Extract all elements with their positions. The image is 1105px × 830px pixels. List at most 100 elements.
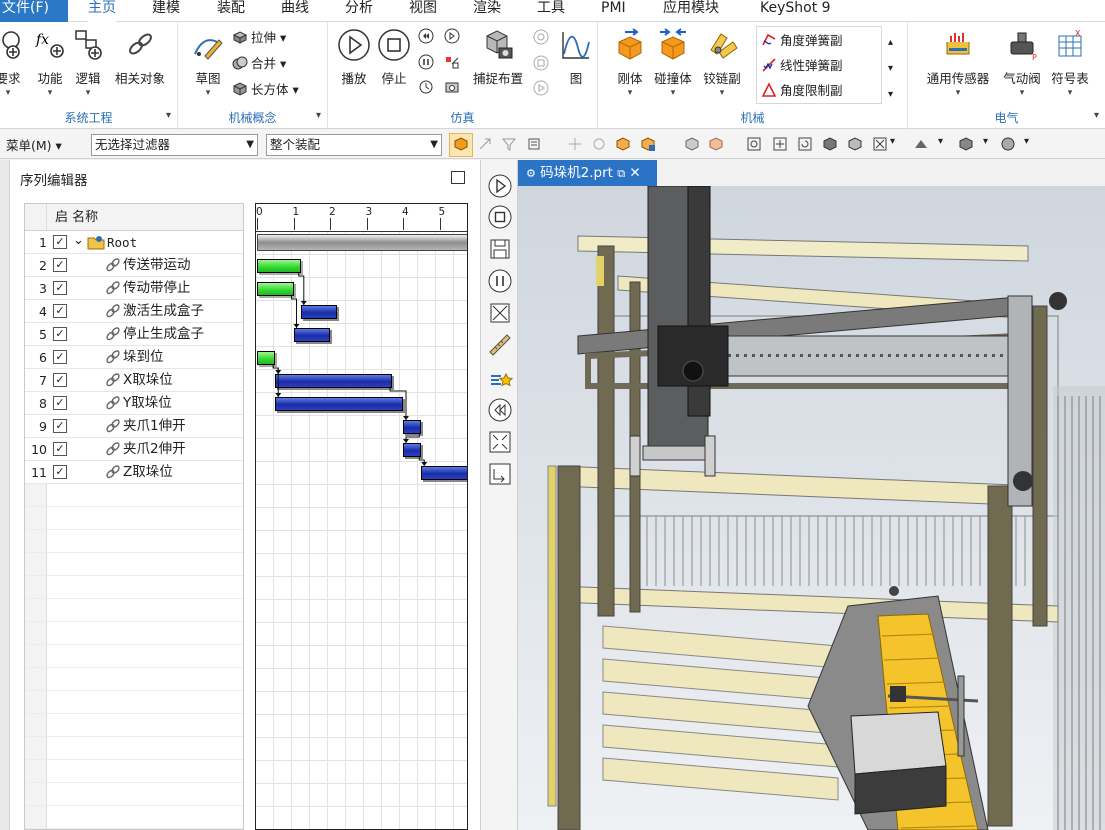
group-menu-icon[interactable]: ▾ — [166, 110, 171, 121]
enable-checkbox[interactable]: ✓ — [53, 442, 67, 456]
sketch-button[interactable]: 草图 ▾ — [186, 26, 230, 106]
enable-checkbox[interactable]: ✓ — [53, 465, 67, 479]
scope-filter-select[interactable]: 整个装配 ▼ — [266, 134, 442, 156]
snap-icon[interactable] — [477, 136, 493, 152]
enable-checkbox[interactable]: ✓ — [53, 281, 67, 295]
menu-home[interactable]: 主页 — [88, 0, 116, 22]
save-icon[interactable] — [487, 236, 513, 262]
render-style-icon[interactable] — [913, 136, 929, 152]
pause-icon[interactable] — [487, 268, 513, 294]
operation-row[interactable]: 10 ✓ 夹爪2伸开 — [25, 438, 243, 461]
gallery-scroll-icon[interactable]: ▴ ▾ ▾ — [888, 30, 893, 108]
operation-row[interactable]: 6 ✓ 垛到位 — [25, 346, 243, 369]
play-button[interactable]: 播放 — [332, 26, 376, 106]
operation-row[interactable]: 2 ✓ 传送带运动 — [25, 254, 243, 277]
play-icon[interactable] — [487, 173, 513, 199]
group-menu-icon[interactable]: ▾ — [316, 110, 321, 121]
display-mode-icon[interactable] — [958, 136, 974, 152]
name-column-header[interactable]: 名称 — [72, 210, 98, 225]
sim-option-1-icon[interactable] — [533, 29, 549, 45]
linear-spring-joint-button[interactable]: 线性弹簧副 — [761, 55, 843, 77]
menu-applications[interactable]: 应用模块 — [663, 0, 719, 22]
symbol-table-button[interactable]: X 符号表 ▾ — [1048, 26, 1092, 106]
enable-checkbox[interactable]: ✓ — [53, 373, 67, 387]
chevron-down-icon[interactable]: ▾ — [890, 136, 895, 147]
snapshot-icon[interactable] — [444, 79, 460, 95]
close-icon[interactable]: ✕ — [629, 165, 640, 181]
wireframe-view-icon[interactable] — [847, 136, 863, 152]
enable-checkbox[interactable]: ✓ — [53, 304, 67, 318]
rigid-body-button[interactable]: 刚体 ▾ — [608, 26, 652, 106]
menu-analysis[interactable]: 分析 — [345, 0, 373, 22]
chevron-down-icon[interactable]: ▾ — [983, 136, 988, 147]
pause-icon[interactable] — [418, 54, 434, 70]
rewind-icon[interactable] — [418, 28, 434, 44]
enable-checkbox[interactable]: ✓ — [53, 350, 67, 364]
fit-view-icon[interactable] — [746, 136, 762, 152]
pneumatic-valve-button[interactable]: P 气动阀 ▾ — [1000, 26, 1044, 106]
menu-keyshot[interactable]: KeyShot 9 — [760, 0, 831, 22]
assembly-select-icon[interactable] — [640, 136, 656, 152]
angular-spring-joint-button[interactable]: 角度弹簧副 — [761, 30, 843, 52]
enable-checkbox[interactable]: ✓ — [53, 235, 67, 249]
undock-icon[interactable]: ⧉ — [617, 167, 625, 180]
generic-sensor-button[interactable]: 通用传感器 ▾ — [922, 26, 994, 106]
angular-limit-joint-button[interactable]: 角度限制副 — [761, 80, 843, 102]
hinge-joint-button[interactable]: 铰链副 ▾ — [700, 26, 744, 106]
menu-curve[interactable]: 曲线 — [281, 0, 309, 22]
menu-file[interactable]: 文件(F) — [0, 0, 68, 22]
capture-arrangement-button[interactable]: 捕捉布置 — [468, 26, 528, 106]
operation-row[interactable]: 9 ✓ 夹爪1伸开 — [25, 415, 243, 438]
show-cube-icon[interactable] — [684, 136, 700, 152]
operation-row[interactable]: 5 ✓ 停止生成盒子 — [25, 323, 243, 346]
sim-option-2-icon[interactable] — [533, 55, 549, 71]
part-file-tab[interactable]: ⚙ 码垛机2.prt ⧉ ✕ — [518, 160, 657, 186]
type-filter-select[interactable]: 无选择过滤器 ▼ — [91, 134, 258, 156]
menu-assembly[interactable]: 装配 — [217, 0, 245, 22]
hide-cube-icon[interactable] — [708, 136, 724, 152]
constraint-icon[interactable] — [444, 54, 460, 70]
reset-icon[interactable] — [418, 79, 434, 95]
block-button[interactable]: 长方体 ▾ — [232, 79, 299, 101]
pan-icon[interactable] — [772, 136, 788, 152]
enable-checkbox[interactable]: ✓ — [53, 258, 67, 272]
menu-pmi[interactable]: PMI — [601, 0, 626, 22]
enable-checkbox[interactable]: ✓ — [53, 419, 67, 433]
menu-modeling[interactable]: 建模 — [152, 0, 180, 22]
enable-checkbox[interactable]: ✓ — [53, 396, 67, 410]
highlight-star-icon[interactable] — [487, 366, 513, 392]
unite-button[interactable]: 合并 ▾ — [232, 53, 286, 75]
operation-row[interactable]: 3 ✓ 传动带停止 — [25, 277, 243, 300]
stop-button[interactable]: 停止 — [372, 26, 416, 106]
step-forward-icon[interactable] — [444, 28, 460, 44]
menu-tools[interactable]: 工具 — [537, 0, 565, 22]
stop-icon[interactable] — [487, 204, 513, 230]
layer-settings-icon[interactable] — [1000, 136, 1016, 152]
link-arrow-icon[interactable] — [487, 461, 513, 487]
collision-body-button[interactable]: 碰撞体 ▾ — [651, 26, 695, 106]
filter-icon[interactable] — [501, 136, 517, 152]
operation-row[interactable]: 11 ✓ Z取垛位 — [25, 461, 243, 484]
sim-option-3-icon[interactable] — [533, 80, 549, 96]
point-select-icon[interactable] — [567, 136, 583, 152]
curve-rule-icon[interactable] — [591, 136, 607, 152]
menu-render[interactable]: 渲染 — [473, 0, 501, 22]
operation-row[interactable]: 4 ✓ 激活生成盒子 — [25, 300, 243, 323]
graph-button[interactable]: 图 — [554, 26, 598, 106]
shaded-view-icon[interactable] — [822, 136, 838, 152]
component-select-icon[interactable] — [615, 136, 631, 152]
delete-icon[interactable] — [487, 300, 513, 326]
chevron-down-icon[interactable]: ▾ — [1024, 136, 1029, 147]
graphics-window[interactable] — [518, 186, 1105, 830]
menu-dropdown[interactable]: 菜单(M) ▾ — [6, 135, 62, 154]
chevron-down-icon[interactable]: ▾ — [938, 136, 943, 147]
rewind-icon[interactable] — [487, 397, 513, 423]
rotate-icon[interactable] — [797, 136, 813, 152]
requirements-button[interactable]: 要求 ▾ — [0, 26, 28, 106]
related-objects-button[interactable]: 相关对象 — [110, 26, 170, 106]
operation-row[interactable]: 7 ✓ X取垛位 — [25, 369, 243, 392]
logic-button[interactable]: 逻辑 ▾ — [66, 26, 110, 106]
menu-view[interactable]: 视图 — [409, 0, 437, 22]
extrude-button[interactable]: 拉伸 ▾ — [232, 27, 286, 49]
collapse-chevron-icon[interactable]: ⌄ — [73, 233, 84, 248]
